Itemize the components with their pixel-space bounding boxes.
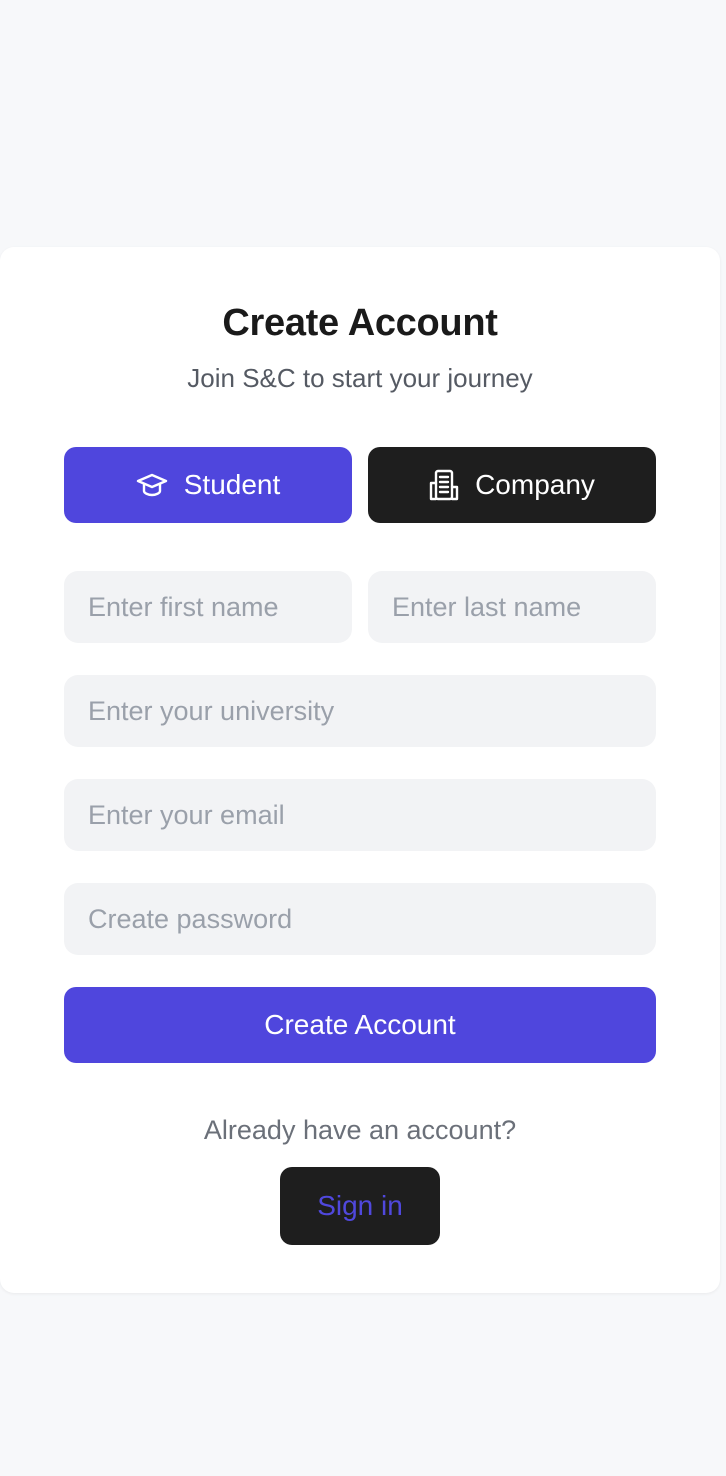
- last-name-input[interactable]: [368, 571, 656, 643]
- role-company-label: Company: [475, 469, 595, 500]
- signup-card: Create Account Join S&C to start your jo…: [0, 247, 720, 1293]
- email-input[interactable]: [64, 779, 656, 851]
- role-student-button[interactable]: Student: [64, 447, 352, 523]
- role-company-button[interactable]: Company: [368, 447, 656, 523]
- signin-prompt: Already have an account?: [203, 1115, 517, 1145]
- role-student-label: Student: [183, 469, 281, 500]
- university-input[interactable]: [64, 675, 656, 747]
- create-account-button[interactable]: Create Account: [64, 987, 656, 1063]
- page-subtitle: Join S&C to start your journey: [187, 363, 533, 393]
- page-title: Create Account: [222, 302, 498, 344]
- signin-button[interactable]: Sign in: [280, 1167, 440, 1245]
- first-name-input[interactable]: [64, 571, 352, 643]
- building-icon: [429, 469, 459, 501]
- graduation-cap-icon: [136, 472, 168, 498]
- password-input[interactable]: [64, 883, 656, 955]
